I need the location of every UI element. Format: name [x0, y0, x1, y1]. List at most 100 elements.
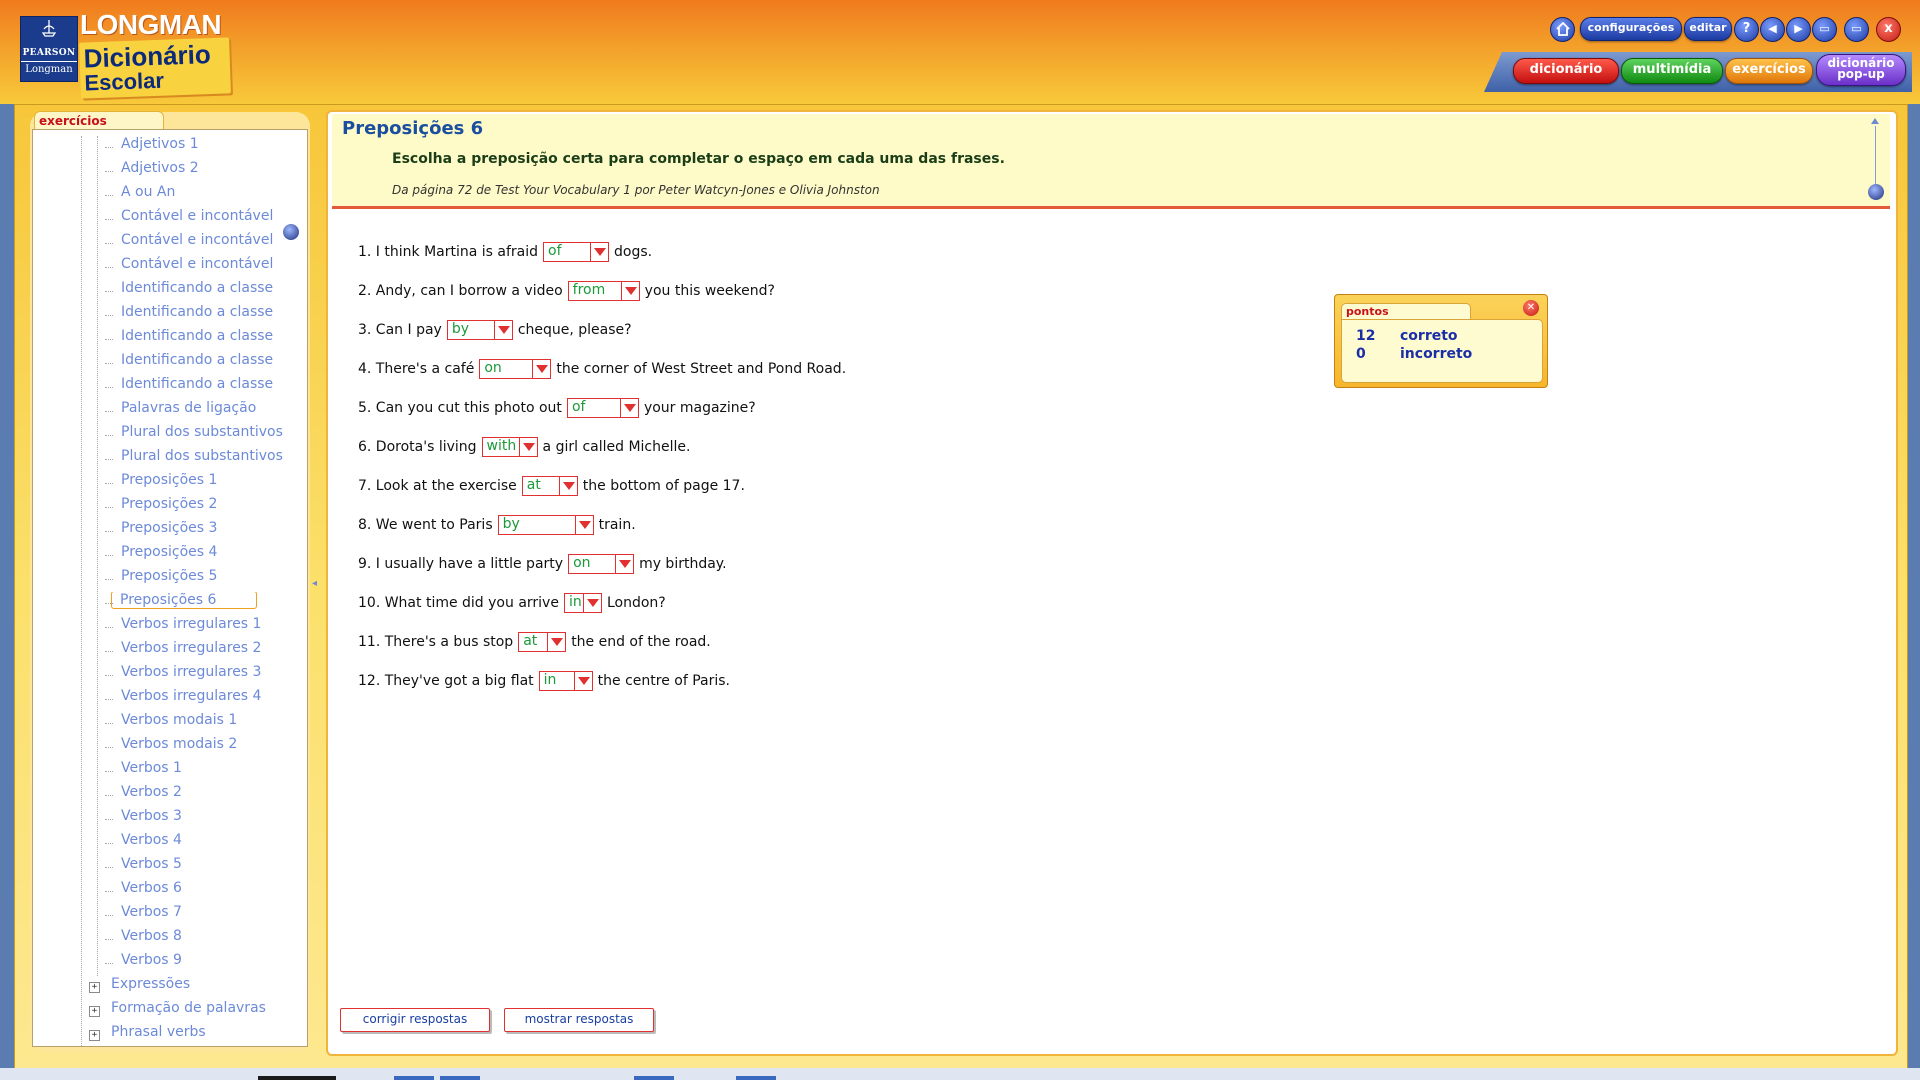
scroll-up-arrow-icon[interactable]	[1871, 118, 1879, 124]
help-button[interactable]: ?	[1734, 17, 1759, 42]
sidebar-item[interactable]: Identificando a classe	[105, 328, 307, 350]
sidebar-group[interactable]: + Expressões	[89, 976, 307, 998]
sidebar-item-label: Verbos 9	[121, 952, 182, 968]
chevron-down-icon[interactable]	[582, 594, 601, 612]
answer-dropdown[interactable]: by	[446, 320, 513, 340]
sidebar-item[interactable]: Contável e incontável	[105, 256, 307, 278]
chevron-down-icon[interactable]	[547, 633, 565, 651]
sidebar-item[interactable]: Adjetivos 1	[105, 136, 307, 158]
minimize-button[interactable]: ▭	[1812, 17, 1837, 42]
sidebar-item[interactable]: Verbos 2	[105, 784, 307, 806]
sidebar-item[interactable]: Preposições 6	[105, 592, 307, 614]
sidebar-item[interactable]: Identificando a classe	[105, 352, 307, 374]
sidebar-item[interactable]: Verbos 4	[105, 832, 307, 854]
chevron-down-icon[interactable]	[590, 243, 608, 261]
close-button[interactable]: x	[1876, 17, 1901, 42]
sidebar-item[interactable]: Verbos irregulares 2	[105, 640, 307, 662]
chevron-down-icon[interactable]	[574, 516, 593, 534]
tab-exercicios[interactable]: exercícios	[1725, 58, 1813, 84]
answer-dropdown[interactable]: of	[566, 398, 639, 418]
sidebar-item[interactable]: Verbos 6	[105, 880, 307, 902]
sidebar-item[interactable]: Verbos irregulares 3	[105, 664, 307, 686]
question-text-after: your magazine?	[643, 400, 756, 416]
sidebar-item[interactable]: Verbos 7	[105, 904, 307, 926]
taskbar-item[interactable]	[736, 1076, 776, 1080]
sidebar-group[interactable]: + Phrasal verbs	[89, 1024, 307, 1046]
taskbar-item[interactable]	[258, 1076, 336, 1080]
answer-dropdown[interactable]: by	[497, 515, 594, 535]
sidebar-item[interactable]: Verbos 9	[105, 952, 307, 974]
sidebar-item[interactable]: Verbos 8	[105, 928, 307, 950]
header-scrollbar[interactable]	[1868, 118, 1884, 202]
sidebar-item[interactable]: Plural dos substantivos	[105, 424, 307, 446]
sidebar-item[interactable]: Verbos modais 1	[105, 712, 307, 734]
chevron-down-icon[interactable]	[620, 282, 639, 300]
sidebar-item-label: Identificando a classe	[121, 352, 274, 368]
sidebar-tab-exercicios[interactable]: exercícios	[34, 111, 164, 129]
sidebar-scroll-thumb[interactable]	[283, 224, 299, 240]
sidebar-item[interactable]: Verbos 3	[105, 808, 307, 830]
sidebar-item[interactable]: A ou An	[105, 184, 307, 206]
expand-plus-icon[interactable]: +	[89, 1030, 100, 1041]
taskbar-item[interactable]	[394, 1076, 434, 1080]
answer-dropdown[interactable]: with	[481, 437, 538, 457]
answer-dropdown[interactable]: on	[568, 554, 635, 574]
configuracoes-button[interactable]: configurações	[1580, 17, 1682, 41]
app-window: PEARSON Longman LONGMAN Dicionário Escol…	[0, 0, 1920, 1080]
chevron-down-icon[interactable]	[615, 555, 633, 573]
taskbar-item[interactable]	[440, 1076, 480, 1080]
chevron-down-icon[interactable]	[573, 672, 592, 690]
sidebar-item[interactable]: Identificando a classe	[105, 280, 307, 302]
back-button[interactable]: ◀	[1760, 17, 1785, 42]
sidebar-item[interactable]: Verbos irregulares 4	[105, 688, 307, 710]
sidebar-item[interactable]: Plural dos substantivos	[105, 448, 307, 470]
maximize-button[interactable]: ▭	[1844, 17, 1869, 42]
sidebar-item[interactable]: Verbos modais 2	[105, 736, 307, 758]
collapse-sidebar-icon[interactable]: ◂	[312, 578, 322, 590]
home-button[interactable]	[1550, 17, 1575, 42]
chevron-down-icon[interactable]	[493, 321, 512, 339]
sidebar-item[interactable]: Verbos 1	[105, 760, 307, 782]
sidebar-item-label: Identificando a classe	[121, 328, 274, 344]
expand-plus-icon[interactable]: +	[89, 1006, 100, 1017]
tab-dicionario-popup[interactable]: dicionário pop-up	[1816, 54, 1906, 86]
tab-dicionario[interactable]: dicionário	[1513, 58, 1619, 84]
answer-dropdown[interactable]: at	[521, 476, 578, 496]
sidebar-item[interactable]: Verbos irregulares 1	[105, 616, 307, 638]
answer-dropdown[interactable]: on	[479, 359, 552, 379]
sidebar-item[interactable]: Identificando a classe	[105, 376, 307, 398]
check-answers-button[interactable]: corrigir respostas	[340, 1008, 490, 1032]
answer-dropdown[interactable]: in	[538, 671, 593, 691]
sidebar-item-label: Verbos 2	[121, 784, 182, 800]
sidebar-item[interactable]: Adjetivos 2	[105, 160, 307, 182]
sidebar-item[interactable]: Verbos 5	[105, 856, 307, 878]
sidebar-item[interactable]: Preposições 2	[105, 496, 307, 518]
tab-multimidia[interactable]: multimídia	[1621, 58, 1723, 84]
sidebar-item[interactable]: Preposições 4	[105, 544, 307, 566]
sidebar-item[interactable]: Contável e incontável	[105, 208, 307, 230]
taskbar-item[interactable]	[634, 1076, 674, 1080]
sidebar-group[interactable]: + Formação de palavras	[89, 1000, 307, 1022]
answer-dropdown[interactable]: from	[567, 281, 640, 301]
answer-dropdown[interactable]: in	[563, 593, 602, 613]
chevron-down-icon[interactable]	[558, 477, 577, 495]
sidebar-item[interactable]: Preposições 3	[105, 520, 307, 542]
score-body: 12 correto 0 incorreto	[1341, 319, 1543, 383]
header-scroll-thumb[interactable]	[1868, 184, 1884, 200]
chevron-down-icon[interactable]	[518, 438, 537, 456]
sidebar-item[interactable]: Identificando a classe	[105, 304, 307, 326]
correct-count: 12	[1356, 328, 1376, 344]
sidebar-item[interactable]: Palavras de ligação	[105, 400, 307, 422]
chevron-down-icon[interactable]	[619, 399, 638, 417]
sidebar-item[interactable]: Contável e incontável	[105, 232, 307, 254]
sidebar-item[interactable]: Preposições 5	[105, 568, 307, 590]
chevron-down-icon[interactable]	[532, 360, 550, 378]
show-answers-button[interactable]: mostrar respostas	[504, 1008, 654, 1032]
answer-dropdown[interactable]: of	[543, 242, 610, 262]
score-close-button[interactable]: ✕	[1523, 300, 1539, 316]
sidebar-item[interactable]: Preposições 1	[105, 472, 307, 494]
answer-dropdown[interactable]: at	[518, 632, 567, 652]
forward-button[interactable]: ▶	[1786, 17, 1811, 42]
expand-plus-icon[interactable]: +	[89, 982, 100, 993]
editar-button[interactable]: editar	[1684, 17, 1732, 41]
